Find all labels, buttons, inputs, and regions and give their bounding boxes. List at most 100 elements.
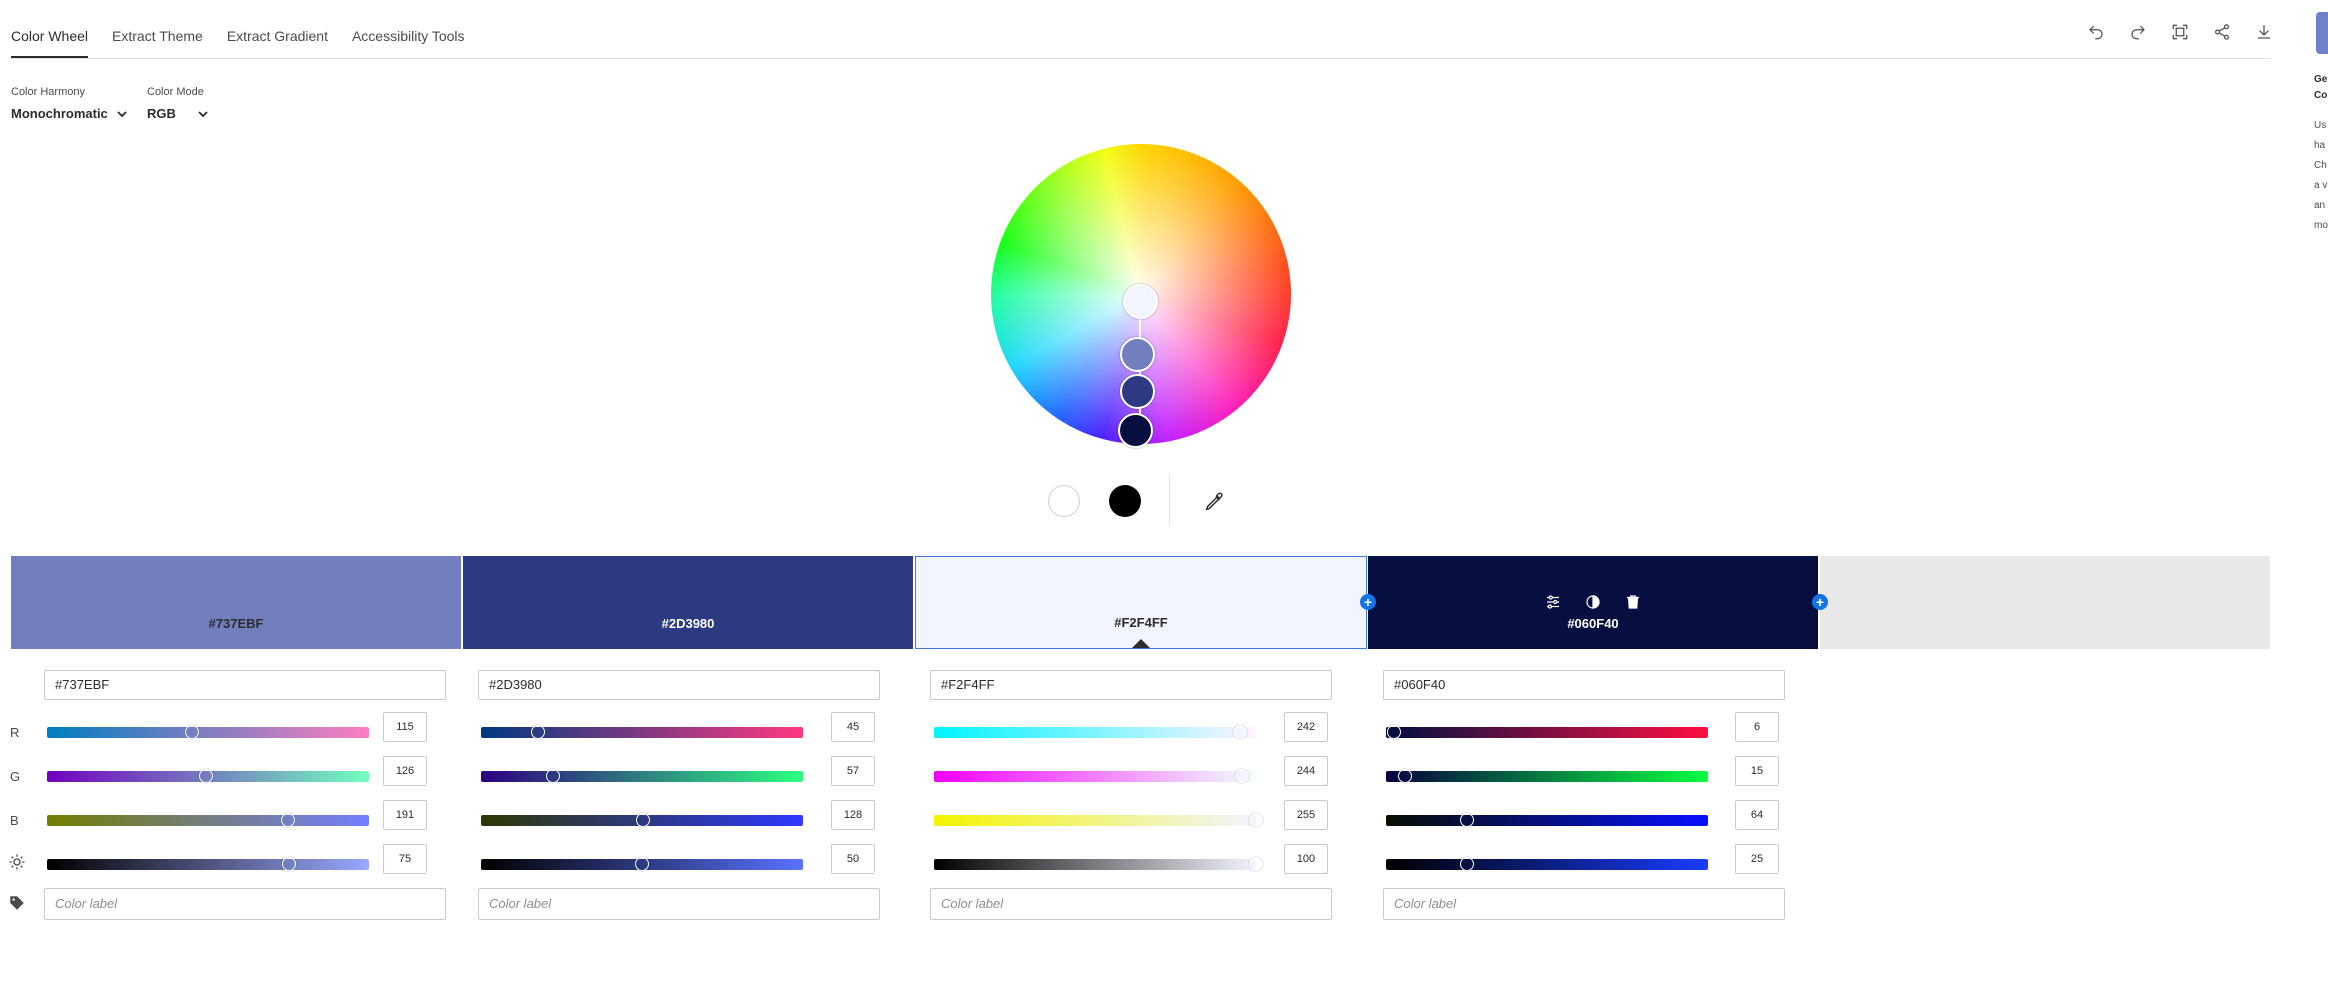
swatch-2[interactable]: #2D3980 xyxy=(463,556,913,649)
slider-thumb[interactable] xyxy=(1397,769,1412,783)
hex-input[interactable]: #737EBF xyxy=(44,670,446,700)
g-slider[interactable] xyxy=(47,769,369,783)
g-slider[interactable] xyxy=(1386,769,1708,783)
swatch-4[interactable]: #060F40 xyxy=(1368,556,1818,649)
side-panel-tab[interactable] xyxy=(2316,12,2328,54)
tab-extract-theme[interactable]: Extract Theme xyxy=(112,28,203,58)
slider-thumb[interactable] xyxy=(545,769,560,783)
slider-thumb[interactable] xyxy=(530,725,545,739)
tab-color-wheel[interactable]: Color Wheel xyxy=(11,28,89,58)
trash-icon[interactable] xyxy=(1623,592,1643,612)
b-slider[interactable] xyxy=(481,813,803,827)
color-label-input[interactable]: Color label xyxy=(44,888,446,920)
chevron-down-icon xyxy=(198,110,208,117)
slider-thumb[interactable] xyxy=(1459,857,1474,871)
swatch-1[interactable]: #737EBF xyxy=(11,556,461,649)
slider-thumb[interactable] xyxy=(199,769,214,783)
b-slider[interactable] xyxy=(47,813,369,827)
brightness-value-input[interactable]: 100 xyxy=(1284,844,1328,874)
r-slider[interactable] xyxy=(934,725,1256,739)
add-color-icon[interactable]: + xyxy=(1360,594,1376,610)
black-base-button[interactable] xyxy=(1109,485,1141,517)
slider-thumb[interactable] xyxy=(1459,813,1474,827)
wheel-handle-f2f4ff[interactable] xyxy=(1123,284,1158,319)
color-harmony-value: Monochromatic xyxy=(11,106,108,121)
slider-thumb[interactable] xyxy=(281,857,296,871)
r-value-input[interactable]: 115 xyxy=(383,712,427,742)
toolbar xyxy=(2084,20,2276,44)
g-value-input[interactable]: 57 xyxy=(831,756,875,786)
side-panel-title-2: Co xyxy=(2314,90,2328,101)
color-harmony-label: Color Harmony xyxy=(11,86,85,98)
side-panel-line: Ch xyxy=(2314,160,2327,171)
tab-extract-gradient[interactable]: Extract Gradient xyxy=(227,28,328,58)
slider-thumb[interactable] xyxy=(1249,857,1263,871)
white-base-button[interactable] xyxy=(1048,485,1080,517)
slider-thumb[interactable] xyxy=(635,857,649,871)
g-slider[interactable] xyxy=(934,769,1256,783)
tabs-divider xyxy=(11,58,2271,59)
undo-icon[interactable] xyxy=(2084,20,2108,44)
adjust-icon[interactable] xyxy=(1543,592,1563,612)
wheel-handle-737ebf[interactable] xyxy=(1120,337,1155,372)
color-mode-dropdown[interactable]: RGB xyxy=(147,106,209,121)
slider-thumb[interactable] xyxy=(1235,769,1250,783)
brightness-slider[interactable] xyxy=(1386,857,1708,871)
add-color-icon[interactable]: + xyxy=(1812,594,1828,610)
fit-screen-icon[interactable] xyxy=(2168,20,2192,44)
slider-thumb[interactable] xyxy=(1249,813,1263,827)
share-icon[interactable] xyxy=(2210,20,2234,44)
r-slider[interactable] xyxy=(1386,725,1708,739)
side-panel-line: ha xyxy=(2314,140,2326,151)
brightness-value-input[interactable]: 25 xyxy=(1735,844,1779,874)
r-slider[interactable] xyxy=(47,725,369,739)
slider-thumb[interactable] xyxy=(635,813,650,827)
color-label-input[interactable]: Color label xyxy=(1383,888,1785,920)
brightness-value-input[interactable]: 50 xyxy=(831,844,875,874)
download-icon[interactable] xyxy=(2252,20,2276,44)
wheel-handle-2d3980[interactable] xyxy=(1120,374,1155,409)
r-value-input[interactable]: 45 xyxy=(831,712,875,742)
r-value-input[interactable]: 6 xyxy=(1735,712,1779,742)
eyedropper-icon[interactable] xyxy=(1200,488,1228,516)
brightness-slider[interactable] xyxy=(481,857,803,871)
b-slider[interactable] xyxy=(1386,813,1708,827)
side-panel-line: a v xyxy=(2314,180,2328,191)
b-value-input[interactable]: 128 xyxy=(831,800,875,830)
hex-input[interactable]: #2D3980 xyxy=(478,670,880,700)
swatch-3-selected[interactable]: #F2F4FF xyxy=(915,556,1367,649)
slider-thumb[interactable] xyxy=(185,725,200,739)
b-value-input[interactable]: 64 xyxy=(1735,800,1779,830)
wheel-handle-060f40[interactable] xyxy=(1118,413,1153,448)
g-slider[interactable] xyxy=(481,769,803,783)
brightness-slider[interactable] xyxy=(934,857,1263,871)
divider xyxy=(1169,476,1170,524)
brightness-slider[interactable] xyxy=(47,857,369,871)
slider-thumb[interactable] xyxy=(1386,725,1401,739)
contrast-icon[interactable] xyxy=(1583,592,1603,612)
swatch-hex: #2D3980 xyxy=(661,616,715,631)
color-mode-picker: Color Mode RGB xyxy=(147,86,209,121)
b-value-input[interactable]: 255 xyxy=(1284,800,1328,830)
r-value-input[interactable]: 242 xyxy=(1284,712,1328,742)
selected-caret-icon xyxy=(1132,639,1150,648)
slider-thumb[interactable] xyxy=(281,813,296,827)
b-slider[interactable] xyxy=(934,813,1263,827)
brightness-value-input[interactable]: 75 xyxy=(383,844,427,874)
tab-accessibility-tools[interactable]: Accessibility Tools xyxy=(352,28,465,58)
hex-input[interactable]: #060F40 xyxy=(1383,670,1785,700)
g-value-input[interactable]: 126 xyxy=(383,756,427,786)
hex-input[interactable]: #F2F4FF xyxy=(930,670,1332,700)
color-label-input[interactable]: Color label xyxy=(930,888,1332,920)
b-value-input[interactable]: 191 xyxy=(383,800,427,830)
color-label-input[interactable]: Color label xyxy=(478,888,880,920)
slider-thumb[interactable] xyxy=(1232,725,1247,739)
g-value-input[interactable]: 15 xyxy=(1735,756,1779,786)
redo-icon[interactable] xyxy=(2126,20,2150,44)
swatch-hex: #737EBF xyxy=(208,616,264,631)
color-harmony-dropdown[interactable]: Monochromatic xyxy=(11,106,128,121)
g-value-input[interactable]: 244 xyxy=(1284,756,1328,786)
side-panel-line: an xyxy=(2314,200,2326,211)
empty-swatch-slot[interactable] xyxy=(1820,556,2270,649)
r-slider[interactable] xyxy=(481,725,803,739)
